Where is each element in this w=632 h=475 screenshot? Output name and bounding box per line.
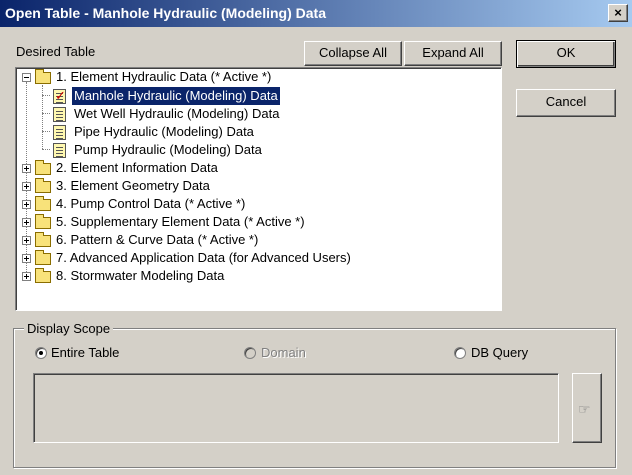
tree-leaf-pipe-hydraulic[interactable]: Pipe Hydraulic (Modeling) Data bbox=[16, 123, 496, 141]
db-query-label[interactable]: DB Query bbox=[471, 345, 528, 361]
expand-icon[interactable] bbox=[22, 182, 31, 191]
folder-icon bbox=[35, 196, 51, 211]
folder-icon bbox=[35, 69, 51, 84]
ok-button[interactable]: OK bbox=[516, 40, 616, 68]
db-query-radio[interactable] bbox=[454, 347, 466, 359]
tree-node-label: 2. Element Information Data bbox=[56, 160, 218, 175]
folder-icon bbox=[35, 178, 51, 193]
domain-radio bbox=[244, 347, 256, 359]
window-title: Open Table - Manhole Hydraulic (Modeling… bbox=[5, 5, 326, 21]
tree-node-pump-control[interactable]: 4. Pump Control Data (* Active *) bbox=[16, 195, 496, 213]
tree-leaf-label: Wet Well Hydraulic (Modeling) Data bbox=[74, 106, 280, 121]
tree-node-supplementary-element[interactable]: 5. Supplementary Element Data (* Active … bbox=[16, 213, 496, 231]
domain-label: Domain bbox=[261, 345, 306, 360]
tree-leaf-pump-hydraulic[interactable]: Pump Hydraulic (Modeling) Data bbox=[16, 141, 496, 159]
title-bar: Open Table - Manhole Hydraulic (Modeling… bbox=[0, 0, 632, 27]
tree-leaf-label: Pipe Hydraulic (Modeling) Data bbox=[74, 124, 254, 139]
tree-leaf-wet-well-hydraulic[interactable]: Wet Well Hydraulic (Modeling) Data bbox=[16, 105, 496, 123]
expand-icon[interactable] bbox=[22, 218, 31, 227]
cancel-button[interactable]: Cancel bbox=[516, 89, 616, 117]
table-icon bbox=[53, 125, 66, 140]
table-icon bbox=[53, 143, 66, 158]
folder-icon bbox=[35, 232, 51, 247]
tree-node-label: 5. Supplementary Element Data (* Active … bbox=[56, 214, 305, 229]
close-button[interactable]: × bbox=[608, 4, 628, 22]
folder-icon bbox=[35, 214, 51, 229]
table-icon bbox=[53, 107, 66, 122]
entire-table-radio[interactable] bbox=[35, 347, 47, 359]
pointing-hand-icon: ☞ bbox=[578, 401, 591, 417]
display-scope-label: Display Scope bbox=[24, 321, 114, 336]
expand-all-button[interactable]: Expand All bbox=[404, 41, 502, 66]
expand-icon[interactable] bbox=[22, 236, 31, 245]
tree-node-label: 6. Pattern & Curve Data (* Active *) bbox=[56, 232, 259, 247]
folder-icon bbox=[35, 268, 51, 283]
tree-node-element-hydraulic[interactable]: 1. Element Hydraulic Data (* Active *) bbox=[16, 68, 496, 86]
tree-node-label: 7. Advanced Application Data (for Advanc… bbox=[56, 250, 351, 265]
expand-icon[interactable] bbox=[22, 272, 31, 281]
entire-table-label[interactable]: Entire Table bbox=[51, 345, 119, 361]
table-tree[interactable]: 1. Element Hydraulic Data (* Active *) M… bbox=[15, 67, 502, 311]
tree-node-advanced-application[interactable]: 7. Advanced Application Data (for Advanc… bbox=[16, 249, 496, 267]
tree-node-label: 4. Pump Control Data (* Active *) bbox=[56, 196, 246, 211]
expand-icon[interactable] bbox=[22, 254, 31, 263]
query-builder-button: ☞ bbox=[572, 373, 602, 443]
collapse-icon[interactable] bbox=[22, 73, 31, 82]
tree-leaf-label: Pump Hydraulic (Modeling) Data bbox=[74, 142, 262, 157]
tree-node-label: 3. Element Geometry Data bbox=[56, 178, 210, 193]
folder-icon bbox=[35, 250, 51, 265]
tree-leaf-label: Manhole Hydraulic (Modeling) Data bbox=[71, 86, 281, 106]
tree-node-label: 1. Element Hydraulic Data (* Active *) bbox=[56, 69, 272, 84]
tree-leaf-manhole-hydraulic[interactable]: Manhole Hydraulic (Modeling) Data bbox=[16, 86, 496, 106]
query-text-area bbox=[33, 373, 559, 443]
expand-icon[interactable] bbox=[22, 200, 31, 209]
collapse-all-button[interactable]: Collapse All bbox=[304, 41, 402, 66]
desired-table-label: Desired Table bbox=[16, 44, 96, 59]
tree-node-pattern-curve[interactable]: 6. Pattern & Curve Data (* Active *) bbox=[16, 231, 496, 249]
checked-table-icon bbox=[53, 87, 66, 105]
folder-icon bbox=[35, 160, 51, 175]
expand-icon[interactable] bbox=[22, 164, 31, 173]
tree-node-stormwater-modeling[interactable]: 8. Stormwater Modeling Data bbox=[16, 267, 496, 285]
tree-node-label: 8. Stormwater Modeling Data bbox=[56, 268, 225, 283]
tree-node-element-geometry[interactable]: 3. Element Geometry Data bbox=[16, 177, 496, 195]
tree-node-element-information[interactable]: 2. Element Information Data bbox=[16, 159, 496, 177]
